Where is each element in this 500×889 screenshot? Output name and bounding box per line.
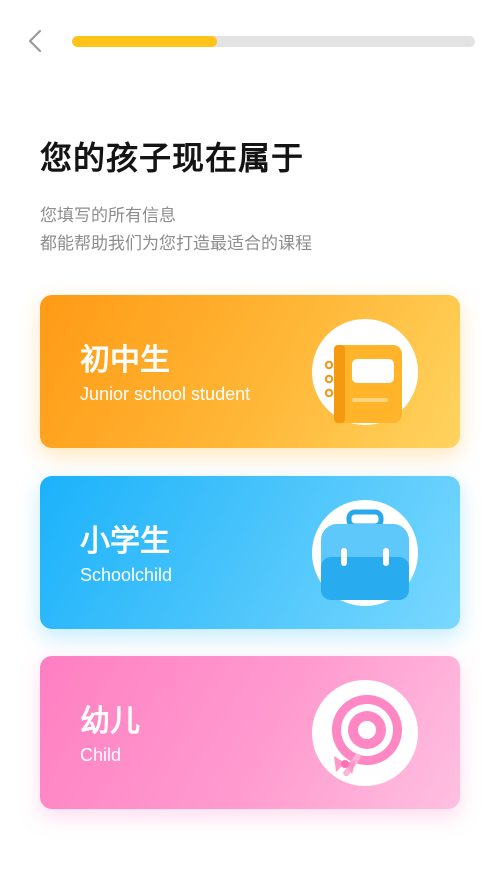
option-card-primary-school[interactable]: 小学生 Schoolchild: [40, 476, 460, 629]
option-card-junior-school[interactable]: 初中生 Junior school student: [40, 295, 460, 448]
option-name: 幼儿: [80, 704, 140, 739]
option-english-name: Child: [80, 745, 122, 765]
schoolbag-icon: [312, 500, 418, 606]
page-title: 您的孩子现在属于: [40, 139, 305, 177]
subtitle-line-2: 都能帮助我们为您打造最适合的课程: [40, 234, 312, 254]
back-button[interactable]: [22, 26, 52, 56]
chevron-left-icon: [28, 29, 42, 53]
top-bar: [0, 0, 500, 84]
option-english-name: Junior school student: [80, 384, 251, 404]
option-english-name: Schoolchild: [80, 565, 173, 585]
progress-bar: [72, 36, 475, 47]
progress-fill: [72, 36, 218, 47]
lollipop-icon: [312, 680, 418, 786]
option-name: 小学生: [80, 524, 170, 559]
page-subtitle: 您填写的所有信息 都能帮助我们为您打造最适合的课程: [40, 202, 312, 258]
subtitle-line-1: 您填写的所有信息: [40, 206, 176, 226]
notebook-icon: [312, 319, 418, 425]
option-name: 初中生: [80, 343, 170, 378]
option-card-child[interactable]: 幼儿 Child: [40, 656, 460, 809]
